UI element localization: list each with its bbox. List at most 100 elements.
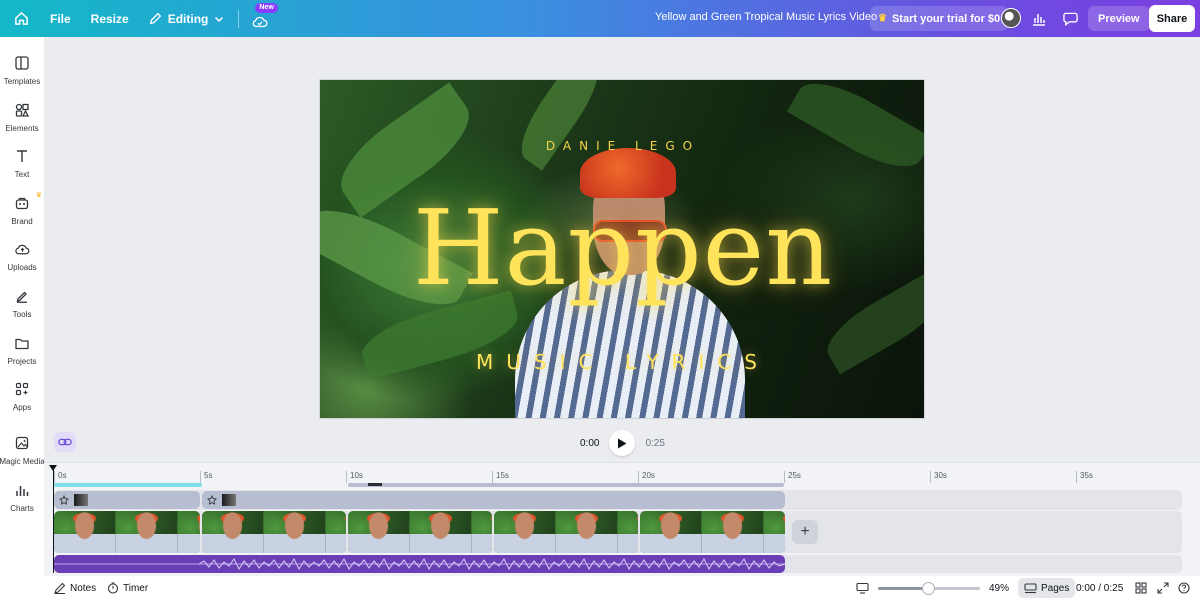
insights-button[interactable]: [1026, 6, 1052, 31]
video-frame: [116, 511, 178, 553]
text-icon: [14, 148, 30, 164]
video-frame: [764, 511, 785, 553]
animation-icon: [206, 494, 218, 506]
play-button[interactable]: [609, 430, 636, 456]
zoom-slider[interactable]: [878, 582, 980, 595]
timeline: 0s 5s 10s 15s 20s 25s 30s 35s +: [44, 462, 1200, 576]
play-icon: [618, 438, 627, 448]
sidebar-item-magic-media[interactable]: Magic Media: [0, 431, 45, 473]
sidebar-item-charts[interactable]: Charts: [0, 478, 44, 520]
zoom-slider-thumb[interactable]: [921, 582, 935, 595]
sidebar-item-projects[interactable]: Projects: [0, 331, 44, 373]
pages-icon: [1024, 582, 1037, 593]
file-menu[interactable]: File: [42, 5, 79, 33]
ruler-tick: 25s: [784, 471, 801, 483]
sidebar-item-label: Text: [14, 170, 30, 179]
video-frame: [54, 511, 116, 553]
grid-view-button[interactable]: [1135, 580, 1147, 596]
zoom-level[interactable]: 49%: [989, 580, 1009, 596]
total-time: 0:25: [645, 437, 665, 449]
fullscreen-button[interactable]: [1157, 580, 1169, 596]
start-trial-button[interactable]: ♛ Start your trial for $0: [870, 6, 1009, 31]
timer-label: Timer: [123, 582, 149, 594]
sidebar-item-label: Projects: [7, 357, 37, 366]
sidebar-item-brand[interactable]: ♛ Brand: [0, 191, 44, 233]
crown-icon: ♛: [35, 192, 42, 199]
video-clip[interactable]: [54, 511, 200, 553]
video-frame: [202, 511, 264, 553]
video-frame: [348, 511, 410, 553]
sidebar-item-label: Magic Media: [0, 457, 45, 466]
clip-thumbnail: [74, 494, 88, 506]
timer-button[interactable]: Timer: [107, 580, 148, 596]
video-frame: [494, 511, 556, 553]
audio-waveform: [54, 557, 785, 571]
artist-name[interactable]: DANIE LEGO: [320, 139, 924, 153]
editing-label: Editing: [167, 11, 209, 26]
text-clip[interactable]: [54, 491, 200, 509]
preview-button[interactable]: Preview: [1088, 6, 1150, 31]
sidebar-item-apps[interactable]: Apps: [0, 377, 44, 419]
brand-icon: [14, 195, 30, 211]
templates-icon: [14, 55, 30, 71]
audio-clip[interactable]: [54, 555, 785, 573]
sidebar-item-label: Tools: [12, 310, 32, 319]
left-sidebar: Templates Elements Text ♛ Brand Uploads …: [0, 37, 45, 600]
sidebar-item-text[interactable]: Text: [0, 144, 44, 186]
apps-icon: [14, 381, 30, 397]
text-clip[interactable]: [202, 491, 785, 509]
comments-button[interactable]: [1057, 6, 1083, 31]
subtitle-text[interactable]: MUSIC LYRICS: [320, 350, 924, 374]
link-scenes-button[interactable]: [54, 432, 76, 452]
editing-mode-dropdown[interactable]: Editing: [141, 5, 233, 33]
home-button[interactable]: [6, 5, 36, 33]
home-icon: [14, 12, 28, 25]
playhead[interactable]: [49, 465, 57, 573]
sidebar-item-label: Uploads: [7, 263, 37, 272]
sidebar-item-templates[interactable]: Templates: [0, 51, 44, 93]
cloud-check-icon: [253, 16, 268, 27]
video-frame: [556, 511, 618, 553]
resize-menu[interactable]: Resize: [83, 5, 137, 33]
overlay-track: [54, 490, 1182, 510]
ruler-tick: 10s: [346, 471, 363, 483]
video-clip[interactable]: [494, 511, 638, 553]
video-clip[interactable]: [202, 511, 346, 553]
avatar[interactable]: [1001, 8, 1021, 28]
sidebar-item-tools[interactable]: Tools: [0, 284, 44, 326]
scene-marker: [368, 483, 382, 486]
scene-marker-bar: [348, 483, 784, 487]
magic-media-icon: [14, 435, 30, 451]
sidebar-item-elements[interactable]: Elements: [0, 98, 44, 140]
pages-button[interactable]: Pages: [1018, 578, 1076, 598]
expand-icon: [1157, 582, 1169, 594]
comment-icon: [1062, 12, 1078, 26]
fit-view-button[interactable]: [856, 580, 869, 596]
notes-button[interactable]: Notes: [54, 580, 96, 596]
design-page[interactable]: DANIE LEGO Happen MUSIC LYRICS: [319, 79, 925, 419]
ruler-tick: 0s: [54, 471, 66, 483]
video-clip[interactable]: [348, 511, 492, 553]
share-button[interactable]: Share: [1149, 5, 1195, 32]
sidebar-item-uploads[interactable]: Uploads: [0, 237, 44, 279]
help-button[interactable]: [1178, 580, 1190, 596]
ruler-tick: 20s: [638, 471, 655, 483]
bottom-bar: Notes Timer 49% Pages 0:00 / 0:25: [44, 576, 1200, 600]
divider: [238, 9, 240, 28]
playback-controls: 0:00 0:25: [580, 430, 665, 456]
help-icon: [1178, 582, 1190, 594]
video-clip[interactable]: [640, 511, 785, 553]
animation-icon: [58, 494, 70, 506]
timeline-ruler: 0s 5s 10s 15s 20s 25s 30s 35s: [54, 469, 1184, 483]
cloud-save-button[interactable]: New: [245, 2, 278, 33]
sidebar-item-label: Apps: [12, 403, 32, 412]
video-frame: [178, 511, 200, 553]
audio-beat-marker: [54, 483, 202, 487]
pages-label: Pages: [1041, 582, 1070, 594]
sidebar-item-label: Elements: [5, 124, 39, 133]
notes-icon: [54, 582, 66, 594]
document-title[interactable]: Yellow and Green Tropical Music Lyrics V…: [655, 11, 877, 23]
add-clip-button[interactable]: +: [792, 520, 818, 544]
song-title[interactable]: Happen: [320, 188, 924, 308]
tools-icon: [14, 288, 30, 304]
